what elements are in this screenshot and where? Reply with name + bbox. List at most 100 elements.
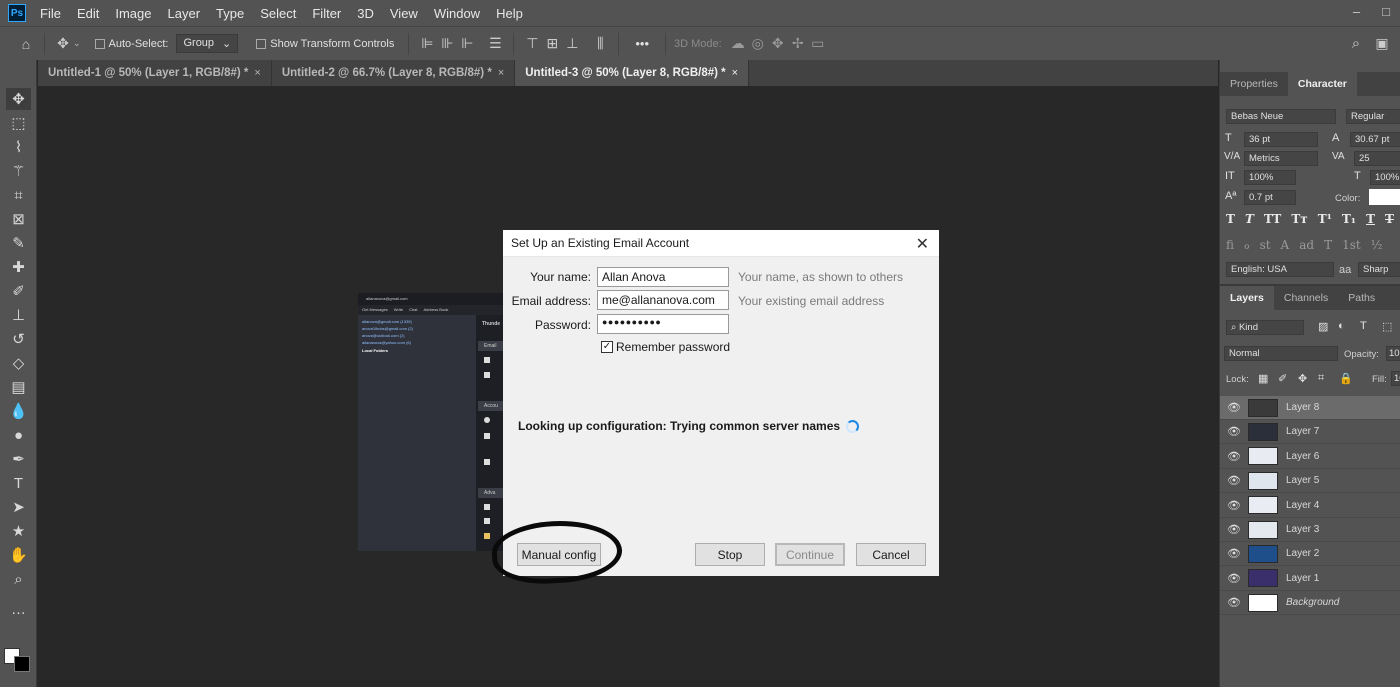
3d-orbit-icon[interactable]: ☁	[728, 35, 748, 52]
menu-image[interactable]: Image	[115, 6, 151, 21]
strikethrough-button[interactable]: T	[1385, 212, 1394, 226]
menu-edit[interactable]: Edit	[77, 6, 99, 21]
lasso-tool-icon[interactable]: ⌇	[6, 136, 31, 158]
3d-camera-icon[interactable]: ▭	[808, 35, 828, 52]
tab-untitled-1[interactable]: Untitled-1 @ 50% (Layer 1, RGB/8#) * ×	[38, 60, 272, 86]
ligatures-button[interactable]: fi	[1226, 238, 1234, 252]
eraser-tool-icon[interactable]: ◇	[6, 352, 31, 374]
faux-italic-button[interactable]: T	[1245, 212, 1254, 226]
type-tool-icon[interactable]: T	[6, 472, 31, 494]
lock-all-icon[interactable]: 🔒	[1339, 372, 1353, 385]
tab-properties[interactable]: Properties	[1220, 72, 1288, 96]
align-right-icon[interactable]: ⊩	[457, 35, 477, 52]
brush-tool-icon[interactable]: ✐	[6, 280, 31, 302]
gradient-tool-icon[interactable]: ▤	[6, 376, 31, 398]
filter-pixel-icon[interactable]: ▨	[1318, 320, 1328, 333]
menu-window[interactable]: Window	[434, 6, 480, 21]
lock-pixels-icon[interactable]: ✐	[1278, 372, 1287, 385]
tab-character[interactable]: Character	[1287, 72, 1357, 96]
crop-tool-icon[interactable]: ⌗	[6, 184, 31, 206]
leading-field[interactable]: 30.67 pt	[1350, 132, 1400, 147]
baseline-shift-field[interactable]: 0.7 pt	[1244, 190, 1296, 205]
stylistic-alternates-button[interactable]: ad	[1299, 238, 1314, 252]
lock-transparency-icon[interactable]: ▦	[1258, 372, 1268, 385]
visibility-eye-icon[interactable]: 👁	[1220, 547, 1248, 560]
background-color-swatch[interactable]	[14, 656, 30, 672]
filter-adjustment-icon[interactable]: ◐	[1338, 320, 1345, 332]
more-tools-icon[interactable]: …	[6, 598, 31, 620]
language-select[interactable]: English: USA	[1226, 262, 1334, 277]
visibility-eye-icon[interactable]: 👁	[1220, 499, 1248, 512]
dodge-tool-icon[interactable]: ●	[6, 424, 31, 446]
align-bottom-icon[interactable]: ⊥	[562, 35, 582, 52]
lock-position-icon[interactable]: ✥	[1298, 372, 1307, 385]
blur-tool-icon[interactable]: 💧	[6, 400, 31, 422]
more-options-button[interactable]: •••	[635, 36, 649, 51]
superscript-button[interactable]: T¹	[1318, 212, 1332, 226]
maximize-button[interactable]: □	[1382, 4, 1390, 19]
chevron-down-icon[interactable]: ⌄	[73, 38, 81, 49]
vertical-scale-field[interactable]: 100%	[1244, 170, 1296, 185]
menu-view[interactable]: View	[390, 6, 418, 21]
visibility-eye-icon[interactable]: 👁	[1220, 596, 1248, 609]
tab-paths[interactable]: Paths	[1338, 286, 1385, 310]
remember-password-checkbox[interactable]: ✓	[601, 341, 613, 353]
workspace-icon[interactable]: ▣	[1372, 35, 1392, 52]
pen-tool-icon[interactable]: ✒	[6, 448, 31, 470]
tab-untitled-3[interactable]: Untitled-3 @ 50% (Layer 8, RGB/8#) * ×	[515, 60, 750, 86]
marquee-tool-icon[interactable]: ⬚	[6, 112, 31, 134]
close-icon[interactable]: ×	[732, 67, 738, 79]
layer-row[interactable]: 👁 Layer 3	[1220, 518, 1400, 542]
auto-select-checkbox[interactable]	[94, 38, 105, 49]
text-color-swatch[interactable]	[1369, 189, 1400, 205]
underline-button[interactable]: T	[1366, 212, 1375, 226]
history-brush-tool-icon[interactable]: ↺	[6, 328, 31, 350]
password-field[interactable]: ●●●●●●●●●●	[597, 314, 729, 334]
fractions-button[interactable]: ½	[1371, 238, 1383, 252]
tracking-field[interactable]: 25	[1354, 151, 1400, 166]
show-transform-checkbox[interactable]	[256, 38, 267, 49]
menu-select[interactable]: Select	[260, 6, 296, 21]
antialias-select[interactable]: Sharp	[1358, 262, 1400, 277]
visibility-eye-icon[interactable]: 👁	[1220, 572, 1248, 585]
3d-slide-icon[interactable]: ✢	[788, 35, 808, 52]
menu-type[interactable]: Type	[216, 6, 244, 21]
opacity-field[interactable]: 100%	[1386, 346, 1400, 361]
stamp-tool-icon[interactable]: ⊥	[6, 304, 31, 326]
fill-field[interactable]: 100%	[1391, 371, 1400, 386]
visibility-eye-icon[interactable]: 👁	[1220, 523, 1248, 536]
kerning-field[interactable]: Metrics	[1244, 151, 1318, 166]
filter-type-icon[interactable]: T	[1360, 320, 1367, 332]
ordinals-button[interactable]: 1st	[1342, 238, 1361, 252]
tab-layers[interactable]: Layers	[1220, 286, 1274, 310]
font-size-field[interactable]: 36 pt	[1244, 132, 1318, 147]
align-center-icon[interactable]: ⊪	[437, 35, 457, 52]
path-selection-tool-icon[interactable]: ➤	[6, 496, 31, 518]
home-icon[interactable]: ⌂	[16, 36, 36, 52]
discretionary-ligatures-button[interactable]: st	[1260, 238, 1271, 252]
move-tool-icon[interactable]: ✥	[6, 88, 31, 110]
horizontal-scale-field[interactable]: 100%	[1370, 170, 1400, 185]
align-left-icon[interactable]: ⊫	[417, 35, 437, 52]
zoom-tool-icon[interactable]: ⌕	[6, 568, 31, 590]
swash-button[interactable]: A	[1281, 238, 1290, 252]
align-middle-icon[interactable]: ⊞	[542, 35, 562, 52]
move-tool-icon[interactable]: ✥	[53, 35, 73, 52]
lock-artboard-icon[interactable]: ⌗	[1318, 372, 1324, 385]
remember-password-option[interactable]: ✓ Remember password	[601, 340, 730, 354]
your-name-field[interactable]: Allan Anova	[597, 267, 729, 287]
shape-tool-icon[interactable]: ★	[6, 520, 31, 542]
layer-row[interactable]: 👁 Layer 6	[1220, 445, 1400, 469]
visibility-eye-icon[interactable]: 👁	[1220, 450, 1248, 463]
visibility-eye-icon[interactable]: 👁	[1220, 474, 1248, 487]
3d-roll-icon[interactable]: ◎	[748, 35, 768, 52]
old-style-button[interactable]: ℴ	[1244, 238, 1250, 252]
faux-bold-button[interactable]: T	[1226, 212, 1235, 226]
layer-row[interactable]: 👁 Layer 1	[1220, 567, 1400, 591]
layer-row[interactable]: 👁 Layer 2	[1220, 542, 1400, 567]
eyedropper-tool-icon[interactable]: ✎	[6, 232, 31, 254]
close-icon[interactable]: ✕	[916, 234, 929, 254]
hand-tool-icon[interactable]: ✋	[6, 544, 31, 566]
layer-row[interactable]: 👁 Layer 5	[1220, 469, 1400, 494]
menu-file[interactable]: File	[40, 6, 61, 21]
